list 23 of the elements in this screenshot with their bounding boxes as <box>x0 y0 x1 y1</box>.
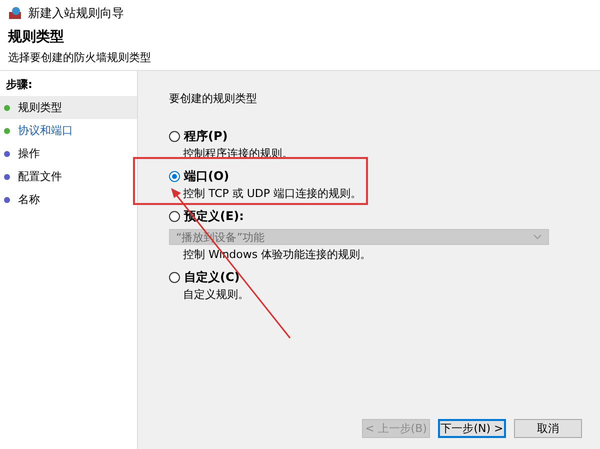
option-description: 自定义规则。 <box>183 287 250 302</box>
option-label: 端口(O) <box>184 168 230 185</box>
page-subtitle: 选择要创建的防火墙规则类型 <box>8 50 152 65</box>
step-item[interactable]: 名称 <box>0 188 137 211</box>
chevron-icon <box>533 234 542 240</box>
step-item[interactable]: 操作 <box>0 142 137 165</box>
window-title: 新建入站规则向导 <box>28 4 124 22</box>
page-title: 规则类型 <box>8 28 65 46</box>
steps-heading: 步骤: <box>5 77 34 93</box>
radio-button[interactable] <box>169 131 180 142</box>
option-label: 程序(P) <box>184 128 228 145</box>
option-label: 自定义(C) <box>184 269 240 286</box>
step-item[interactable]: 规则类型 <box>0 96 137 119</box>
radio-button[interactable] <box>169 272 180 283</box>
wizard-button[interactable]: 下一步(N) > <box>438 419 506 438</box>
wizard-button[interactable]: 取消 <box>514 419 582 438</box>
step-item[interactable]: 协议和端口 <box>0 119 137 142</box>
step-item[interactable]: 配置文件 <box>0 165 137 188</box>
prompt-text: 要创建的规则类型 <box>169 91 258 106</box>
firewall-icon <box>8 6 22 20</box>
radio-button[interactable] <box>169 211 180 222</box>
radio-button[interactable] <box>169 171 180 182</box>
option-description: 控制 TCP 或 UDP 端口连接的规则。 <box>183 186 363 201</box>
